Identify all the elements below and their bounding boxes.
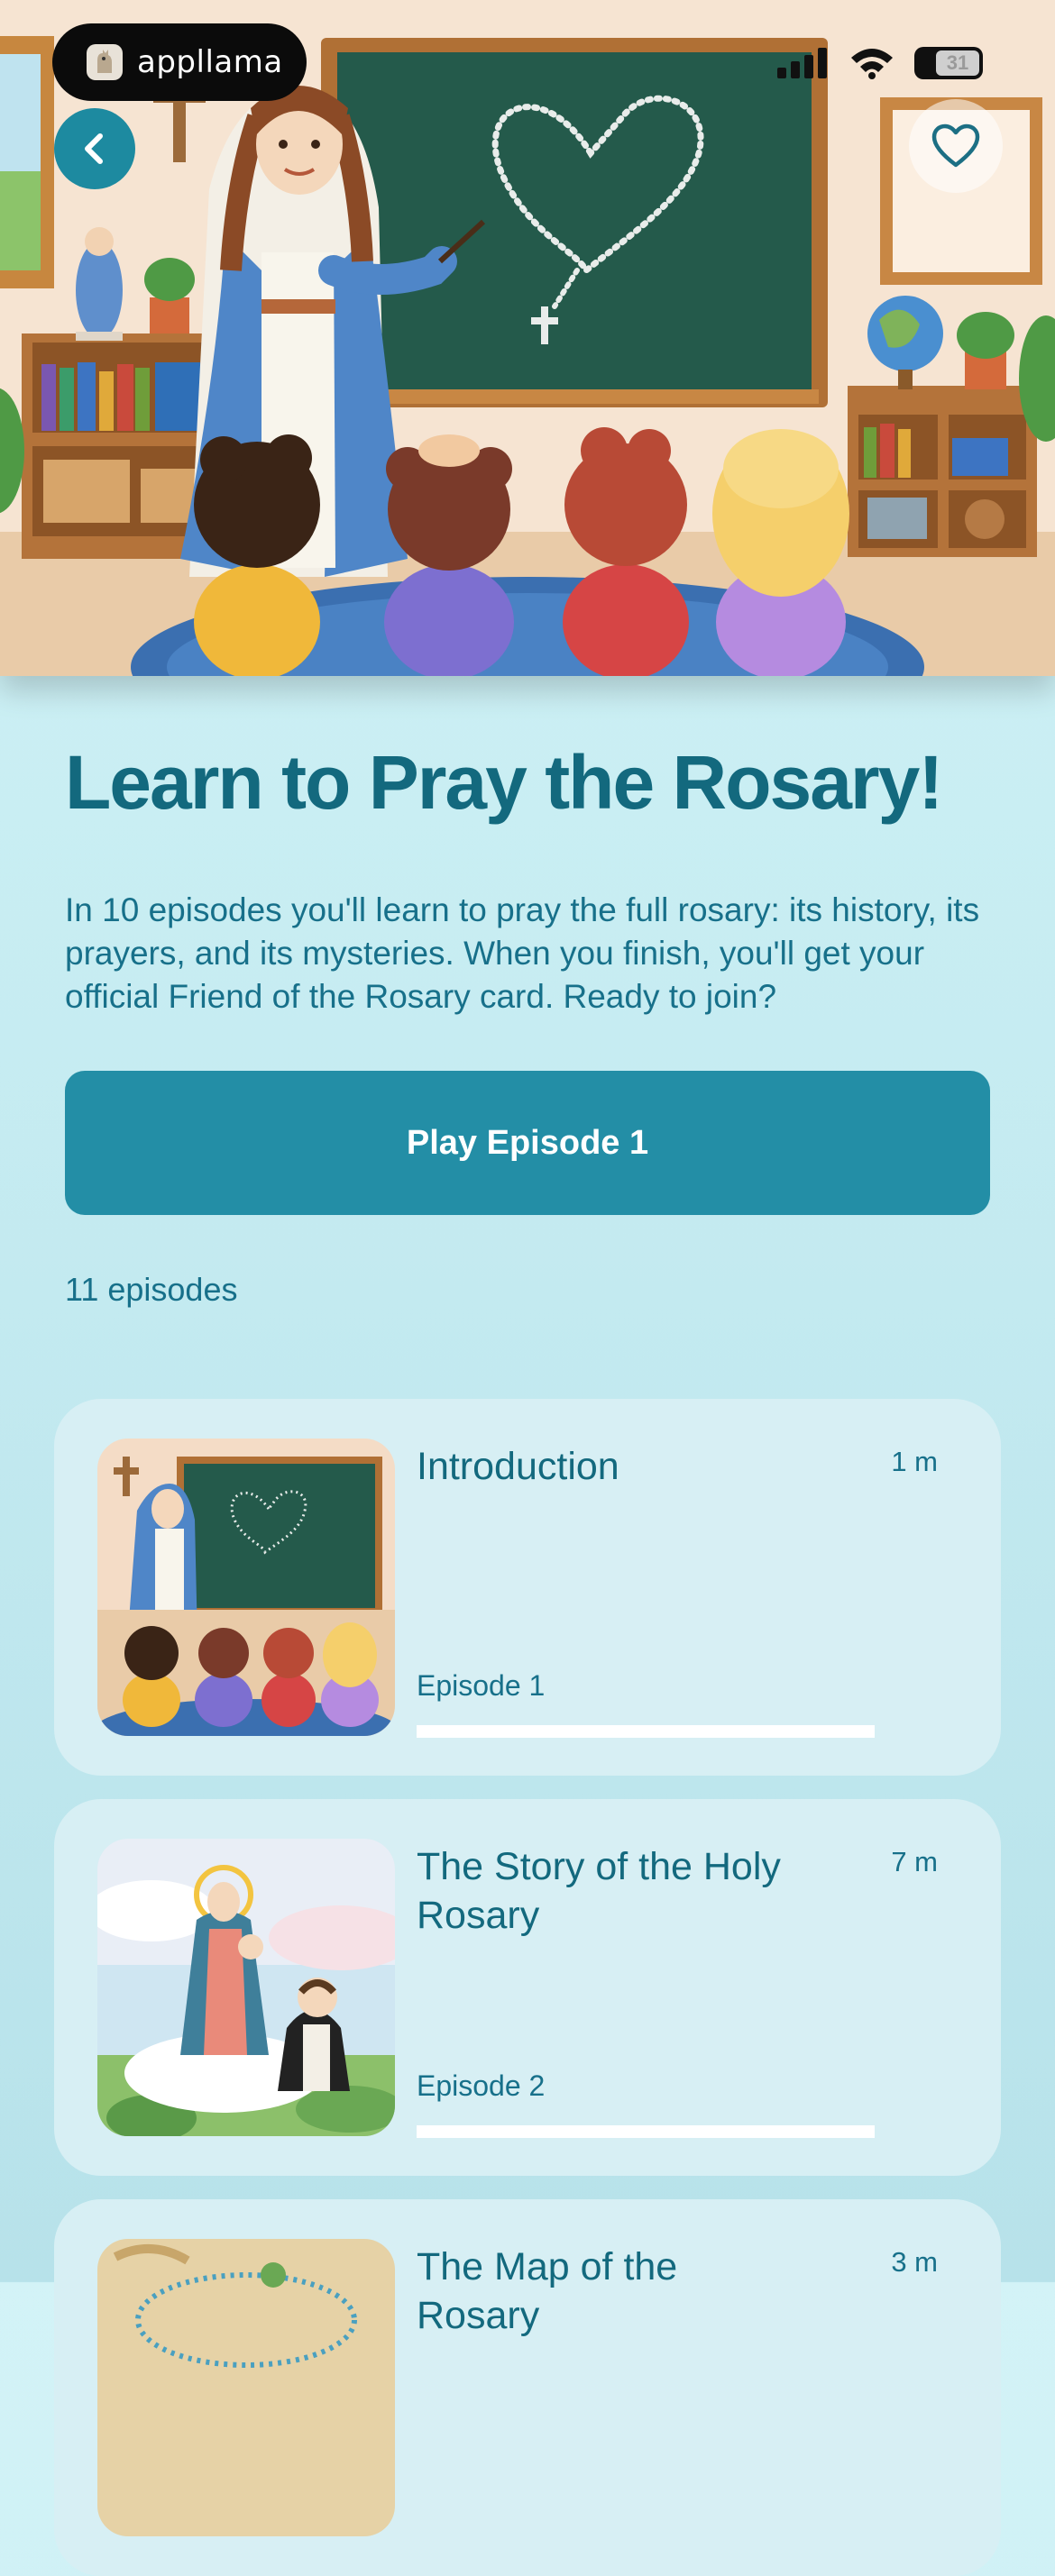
signal-icon (777, 48, 827, 78)
course-description: In 10 episodes you'll learn to pray the … (65, 891, 980, 1015)
progress-fill (417, 1725, 875, 1738)
battery-icon: 31 (914, 47, 983, 79)
episode-thumbnail (97, 1439, 395, 1736)
rosary-map-thumbnail-image (97, 2239, 395, 2536)
hero-illustration (0, 0, 1055, 676)
back-button[interactable] (54, 108, 135, 189)
course-title: Learn to Pray the Rosary! (65, 740, 943, 825)
episode-number: Episode 1 (417, 1669, 546, 1702)
progress-fill (417, 2125, 875, 2138)
apparition-thumbnail-image (97, 1839, 395, 2136)
episode-duration: 3 m (891, 2246, 938, 2278)
status-bar: 31 (777, 47, 983, 79)
favorite-button[interactable] (909, 99, 1003, 193)
llama-logo-icon (87, 44, 123, 80)
episode-title: The Story of the Holy Rosary (417, 1845, 781, 1937)
episode-title: Introduction (417, 1445, 619, 1488)
wifi-icon (851, 49, 893, 79)
episode-card[interactable]: The Story of the Holy Rosary 7 m Episode… (54, 1799, 1001, 2176)
episode-duration: 1 m (891, 1446, 938, 1477)
episode-card[interactable]: The Map of the Rosary 3 m (54, 2199, 1001, 2576)
episode-count: 11 episodes (65, 1271, 238, 1308)
classroom-thumbnail-image (97, 1439, 395, 1736)
episode-card[interactable]: Introduction 1 m Episode 1 (54, 1399, 1001, 1776)
play-episode-button[interactable]: Play Episode 1 (65, 1071, 990, 1215)
episode-thumbnail (97, 2239, 395, 2536)
chevron-left-icon (85, 133, 103, 164)
battery-level: 31 (936, 50, 979, 76)
episode-duration: 7 m (891, 1846, 938, 1877)
brand-name: appllama (137, 44, 283, 80)
episode-thumbnail (97, 1839, 395, 2136)
episode-progress-bar (417, 2125, 875, 2138)
episode-progress-bar (417, 1725, 875, 1738)
heart-icon (931, 123, 980, 168)
episode-number: Episode 2 (417, 2069, 546, 2102)
hero-image: appllama 31 (0, 0, 1055, 676)
brand-pill: appllama (52, 23, 307, 101)
episode-title: The Map of the Rosary (417, 2245, 678, 2337)
